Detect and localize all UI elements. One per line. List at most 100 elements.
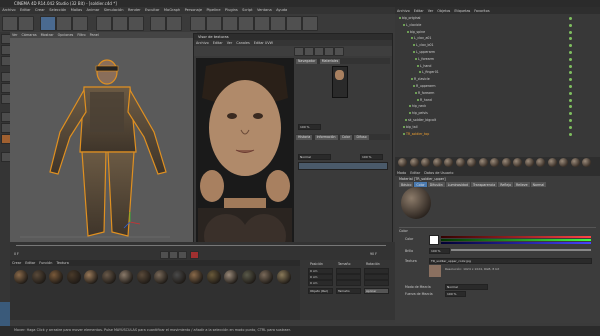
object-row[interactable]: L_finger01 bbox=[419, 70, 572, 75]
material-thumbnail[interactable] bbox=[421, 158, 430, 167]
play-forward-icon[interactable] bbox=[178, 251, 187, 259]
material-thumbnail[interactable] bbox=[570, 158, 580, 167]
menu-item-10[interactable]: Personaje bbox=[182, 7, 204, 14]
material-thumbnail[interactable] bbox=[513, 158, 522, 167]
play-icon[interactable] bbox=[169, 251, 178, 259]
attribute-tab-4[interactable]: Transparencia bbox=[470, 182, 498, 187]
brightness-field[interactable]: 100 % bbox=[429, 248, 450, 254]
attribute-tab-5[interactable]: Reflejo bbox=[498, 182, 514, 187]
material-ball[interactable] bbox=[84, 270, 98, 284]
menu-item-9[interactable]: MoGraph bbox=[162, 7, 183, 14]
clone-icon[interactable] bbox=[324, 47, 334, 56]
visibility-toggle[interactable] bbox=[569, 91, 572, 95]
material-thumbnail[interactable] bbox=[559, 158, 568, 167]
object-menu-item-0[interactable]: Archivo bbox=[395, 7, 412, 14]
menu-item-2[interactable]: Crear bbox=[33, 7, 47, 14]
menu-item-15[interactable]: Ayuda bbox=[274, 7, 289, 14]
object-menu-item-5[interactable]: Favoritos bbox=[472, 7, 491, 14]
material-thumbnail[interactable] bbox=[444, 158, 453, 167]
mix-strength-field[interactable]: 100 % bbox=[445, 291, 466, 297]
timeline[interactable]: 0 F 90 F bbox=[10, 242, 395, 260]
object-row[interactable]: L_clav_b01 bbox=[413, 43, 572, 48]
record-icon[interactable] bbox=[190, 251, 199, 259]
object-row[interactable]: L_upperarm bbox=[413, 50, 572, 55]
deformer-icon[interactable] bbox=[254, 16, 270, 31]
light-icon[interactable] bbox=[302, 16, 318, 31]
material-menu-item-3[interactable]: Textura bbox=[54, 260, 70, 266]
scene-icon[interactable] bbox=[270, 16, 286, 31]
menu-item-4[interactable]: Mallas bbox=[69, 7, 85, 14]
mix-mode-select[interactable]: Normal bbox=[445, 284, 488, 290]
green-slider[interactable] bbox=[441, 239, 591, 241]
menu-item-3[interactable]: Selección bbox=[47, 7, 69, 14]
tab-informacion[interactable]: Información bbox=[314, 134, 338, 140]
attribute-menu-item-0[interactable]: Modo bbox=[395, 169, 408, 176]
object-row[interactable]: R_hand bbox=[417, 98, 572, 103]
texture-file-field[interactable]: TR_soldier_upper_color.jpg bbox=[429, 258, 592, 264]
zoom-field[interactable]: 100 % bbox=[298, 124, 321, 130]
spline-icon[interactable] bbox=[206, 16, 222, 31]
eraser-icon[interactable] bbox=[304, 47, 314, 56]
color-swatch[interactable] bbox=[429, 235, 439, 245]
visibility-toggle[interactable] bbox=[569, 85, 572, 88]
size-mode-select[interactable]: Tamaño bbox=[336, 288, 361, 294]
material-thumbnail[interactable] bbox=[490, 158, 499, 167]
object-row[interactable]: R_upperarm bbox=[413, 84, 572, 89]
menu-item-5[interactable]: Animar bbox=[84, 7, 101, 14]
object-row[interactable]: bip_spine bbox=[407, 30, 572, 35]
z-position-field[interactable]: 0 cm bbox=[308, 280, 333, 286]
material-ball[interactable] bbox=[136, 270, 151, 284]
object-row[interactable]: bip_original bbox=[399, 16, 572, 21]
visibility-toggle[interactable] bbox=[569, 125, 572, 129]
apply-button[interactable]: Aplicar bbox=[364, 288, 389, 294]
material-thumbnail[interactable] bbox=[455, 158, 465, 167]
visibility-toggle[interactable] bbox=[569, 71, 572, 75]
tab-difuso[interactable]: Difuso bbox=[354, 134, 369, 140]
z-size-field[interactable] bbox=[336, 280, 361, 286]
material-thumbnail[interactable] bbox=[409, 158, 419, 167]
material-menu-item-0[interactable]: Crear bbox=[10, 260, 23, 266]
material-ball[interactable] bbox=[154, 270, 168, 284]
object-menu-item-3[interactable]: Objetos bbox=[435, 7, 452, 14]
material-ball[interactable] bbox=[259, 270, 273, 284]
object-row[interactable]: L_forearm bbox=[415, 57, 572, 62]
brush-icon[interactable] bbox=[294, 47, 304, 56]
render-settings-icon[interactable] bbox=[166, 16, 182, 31]
visibility-toggle[interactable] bbox=[569, 30, 572, 34]
material-ball[interactable] bbox=[66, 270, 81, 284]
viewport[interactable]: Ver Cámaras Mostrar Opciones Filtro Panel bbox=[10, 32, 197, 242]
nurbs-icon[interactable] bbox=[222, 16, 238, 31]
visibility-toggle[interactable] bbox=[569, 112, 572, 116]
attribute-tab-3[interactable]: Luminosidad bbox=[445, 182, 470, 187]
visibility-toggle[interactable] bbox=[569, 37, 572, 41]
camera-icon[interactable] bbox=[286, 16, 302, 31]
render-view-icon[interactable] bbox=[150, 16, 166, 31]
attribute-menu-item-2[interactable]: Datos de Usuario bbox=[422, 169, 455, 176]
material-ball[interactable] bbox=[171, 270, 186, 284]
texture-canvas[interactable] bbox=[196, 58, 294, 265]
object-menu-item-1[interactable]: Editar bbox=[412, 7, 426, 14]
menu-item-7[interactable]: Render bbox=[126, 7, 143, 14]
object-row[interactable]: TR_soldier_top bbox=[403, 132, 572, 137]
visibility-toggle[interactable] bbox=[569, 64, 572, 68]
material-thumbnail[interactable] bbox=[547, 158, 557, 167]
texture-thumbnail[interactable] bbox=[429, 265, 441, 277]
visibility-toggle[interactable] bbox=[569, 98, 572, 102]
x-axis-icon[interactable] bbox=[96, 16, 112, 31]
cube-icon[interactable] bbox=[190, 16, 206, 31]
material-thumbnail[interactable] bbox=[432, 158, 442, 167]
object-row[interactable]: hip_pelvis bbox=[409, 111, 572, 116]
material-ball[interactable] bbox=[206, 270, 221, 284]
object-row[interactable]: R_forearm bbox=[415, 91, 572, 96]
blue-slider[interactable] bbox=[441, 242, 591, 244]
material-ball[interactable] bbox=[276, 270, 291, 284]
tab-materiales[interactable]: Materiales bbox=[319, 58, 341, 64]
menu-item-14[interactable]: Ventana bbox=[255, 7, 274, 14]
array-icon[interactable] bbox=[238, 16, 254, 31]
fill-icon[interactable] bbox=[314, 47, 324, 56]
material-preview[interactable] bbox=[401, 187, 431, 219]
object-row[interactable]: L_clav_a01 bbox=[411, 36, 572, 41]
scale-tool-icon[interactable] bbox=[56, 16, 72, 31]
object-menu-item-4[interactable]: Etiquetas bbox=[452, 7, 472, 14]
visibility-toggle[interactable] bbox=[569, 57, 572, 61]
